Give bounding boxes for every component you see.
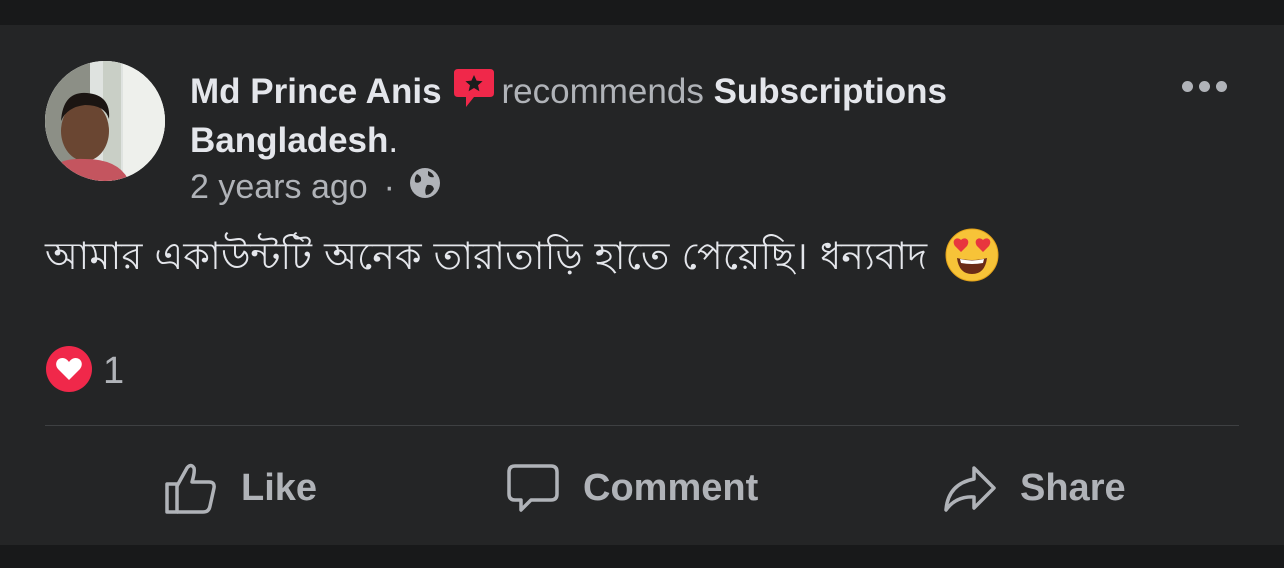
share-label: Share bbox=[1020, 466, 1126, 509]
dot-icon bbox=[1199, 81, 1210, 92]
post-meta: 2 years ago · bbox=[190, 167, 441, 208]
meta-separator: · bbox=[383, 168, 395, 206]
bottom-background bbox=[0, 545, 1284, 568]
dot-icon bbox=[1182, 81, 1193, 92]
timestamp[interactable]: 2 years ago bbox=[190, 168, 368, 207]
recommends-text: recommends bbox=[501, 72, 704, 111]
post-card: Md Prince Anis recommends Subscriptions B… bbox=[0, 25, 1284, 545]
thumbs-up-icon bbox=[165, 463, 216, 514]
post-text: আমার একাউন্টটি অনেক তারাতাড়ি হাতে পেয়ে… bbox=[45, 234, 928, 278]
share-button[interactable]: Share bbox=[942, 458, 1126, 518]
post-body: আমার একাউন্টটি অনেক তারাতাড়ি হাতে পেয়ে… bbox=[45, 227, 999, 291]
like-label: Like bbox=[241, 466, 318, 509]
reactions-summary[interactable]: 1 bbox=[45, 345, 124, 398]
reaction-count: 1 bbox=[103, 350, 125, 392]
post-actions-bar: Like Comment Share bbox=[0, 450, 1284, 525]
love-reaction-icon bbox=[45, 345, 93, 398]
avatar-photo bbox=[45, 61, 165, 181]
share-icon bbox=[944, 466, 996, 512]
author-name[interactable]: Md Prince Anis bbox=[190, 72, 442, 111]
more-options-button[interactable] bbox=[1182, 81, 1227, 92]
comment-label: Comment bbox=[583, 466, 759, 509]
dot-icon bbox=[1216, 81, 1227, 92]
globe-icon[interactable] bbox=[409, 167, 441, 208]
heart-eyes-emoji-icon bbox=[945, 228, 999, 291]
avatar[interactable] bbox=[45, 61, 165, 181]
divider bbox=[45, 425, 1239, 426]
recommendation-icon bbox=[452, 67, 496, 119]
post-header: Md Prince Anis recommends Subscriptions B… bbox=[190, 67, 1090, 162]
comment-icon bbox=[507, 464, 559, 512]
like-button[interactable]: Like bbox=[163, 458, 317, 518]
comment-button[interactable]: Comment bbox=[505, 458, 758, 518]
page-suffix: . bbox=[388, 121, 399, 160]
